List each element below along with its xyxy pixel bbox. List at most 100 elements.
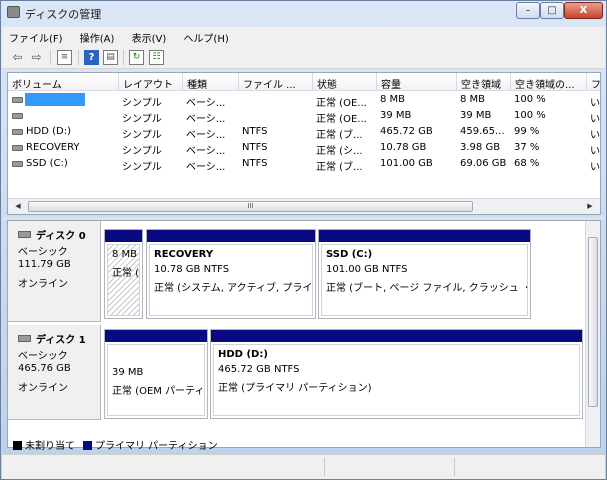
status-divider xyxy=(324,458,325,476)
vertical-scrollbar[interactable] xyxy=(585,221,600,447)
cell-status: 正常 (OE... xyxy=(316,114,367,125)
cell-capacity: 39 MB xyxy=(380,110,412,121)
cell-extra: い xyxy=(590,162,600,173)
partition-hdd-d[interactable]: HDD (D:) 465.72 GB NTFS 正常 (プライマリ パーティショ… xyxy=(210,329,583,419)
column-header-layout[interactable]: レイアウト xyxy=(119,73,183,91)
scroll-right-icon[interactable]: ▶ xyxy=(583,201,597,212)
partition-size: 101.00 GB NTFS xyxy=(326,264,408,275)
status-bar xyxy=(2,454,605,479)
cell-free-percent: 37 % xyxy=(514,142,540,153)
partition-bar xyxy=(105,330,207,342)
horizontal-scrollbar[interactable]: ◀ III ▶ xyxy=(8,198,600,214)
partition-status: 正常 (ブート, ページ ファイル, クラッシュ ・ xyxy=(326,283,528,294)
menu-bar: ファイル(F) 操作(A) 表示(V) ヘルプ(H) xyxy=(2,27,605,46)
toolbar: ⇦ ⇨ ≡ ? ▤ ↻ ☷ xyxy=(2,46,605,69)
drive-icon xyxy=(12,145,23,151)
refresh-icon[interactable]: ↻ xyxy=(129,50,144,65)
help-icon[interactable]: ? xyxy=(84,50,99,65)
rescan-icon[interactable]: ☷ xyxy=(149,50,164,65)
console-icon[interactable]: ▤ xyxy=(103,50,118,65)
primary-swatch xyxy=(83,441,92,450)
disk-icon xyxy=(18,335,31,342)
window-title: ディスクの管理 xyxy=(25,8,102,21)
legend-item-unallocated: 未割り当て xyxy=(13,437,75,452)
cell-filesystem: NTFS xyxy=(242,158,268,169)
drive-icon xyxy=(12,129,23,135)
cell-type: ベーシ... xyxy=(186,98,226,109)
volume-name-selection xyxy=(25,93,85,106)
menu-view[interactable]: 表示(V) xyxy=(125,27,174,45)
menu-help[interactable]: ヘルプ(H) xyxy=(176,27,235,45)
legend-label: 未割り当て xyxy=(25,441,75,452)
disk-0-name: ディスク 0 xyxy=(36,231,86,242)
legend-label: プライマリ パーティション xyxy=(95,441,218,452)
menu-file[interactable]: ファイル(F) xyxy=(2,27,70,45)
partition-body: SSD (C:) 101.00 GB NTFS 正常 (ブート, ページ ファイ… xyxy=(321,244,528,316)
column-header-capacity[interactable]: 容量 xyxy=(377,73,457,91)
partition-bar xyxy=(211,330,582,342)
cell-volume: SSD (C:) xyxy=(26,158,68,169)
partition-status: 正常 (システム, アクティブ, プライ xyxy=(154,283,313,294)
status-divider xyxy=(454,458,455,476)
maximize-button[interactable]: □ xyxy=(540,2,564,19)
close-button[interactable]: X xyxy=(564,2,603,19)
partition-size: 465.72 GB NTFS xyxy=(218,364,300,375)
cell-layout: シンプル xyxy=(122,162,162,173)
partition-ssd-c[interactable]: SSD (C:) 101.00 GB NTFS 正常 (ブート, ページ ファイ… xyxy=(318,229,531,319)
disk-0-info[interactable]: ディスク 0 ベーシック 111.79 GB オンライン xyxy=(8,221,101,322)
horizontal-scroll-thumb[interactable]: III xyxy=(28,201,473,212)
disk-management-app-icon xyxy=(7,6,20,18)
cell-capacity: 8 MB xyxy=(380,94,406,105)
column-header-volume[interactable]: ボリューム xyxy=(8,73,119,91)
disk-0-type: ベーシック xyxy=(18,247,68,258)
partition-body: 39 MB 正常 (OEM パーティ xyxy=(107,344,205,416)
disk-1-size: 465.76 GB xyxy=(18,363,71,374)
cell-free-percent: 68 % xyxy=(514,158,540,169)
cell-extra: い xyxy=(590,114,600,125)
scroll-left-icon[interactable]: ◀ xyxy=(11,201,25,212)
partition-oem-8mb[interactable]: 8 MB 正常 ( xyxy=(104,229,143,319)
table-row[interactable]: SSD (C:) シンプル ベーシ... NTFS 正常 (ブ... 101.0… xyxy=(8,156,600,173)
cell-status: 正常 (ブ... xyxy=(316,130,363,141)
partition-oem-39mb[interactable]: 39 MB 正常 (OEM パーティ xyxy=(104,329,208,419)
disk-1-info[interactable]: ディスク 1 ベーシック 465.76 GB オンライン xyxy=(8,325,101,420)
disk-management-window: ディスクの管理 – □ X ファイル(F) 操作(A) 表示(V) ヘルプ(H)… xyxy=(0,0,607,480)
cell-layout: シンプル xyxy=(122,98,162,109)
column-header-free-percent[interactable]: 空き領域の... xyxy=(511,73,587,91)
column-header-status[interactable]: 状態 xyxy=(313,73,377,91)
cell-free-space: 459.65... xyxy=(460,126,505,137)
cell-free-space: 69.06 GB xyxy=(460,158,507,169)
table-row[interactable]: RECOVERY シンプル ベーシ... NTFS 正常 (シ... 10.78… xyxy=(8,140,600,157)
cell-filesystem: NTFS xyxy=(242,126,268,137)
column-header-free-space[interactable]: 空き領域 xyxy=(457,73,511,91)
partition-bar xyxy=(105,230,142,242)
table-row[interactable]: HDD (D:) シンプル ベーシ... NTFS 正常 (ブ... 465.7… xyxy=(8,124,600,141)
properties-icon[interactable]: ≡ xyxy=(57,50,72,65)
partition-body: 8 MB 正常 ( xyxy=(107,244,140,316)
legend-item-primary: プライマリ パーティション xyxy=(83,437,218,452)
toolbar-separator xyxy=(123,50,124,65)
cell-free-space: 3.98 GB xyxy=(460,142,501,153)
partition-recovery[interactable]: RECOVERY 10.78 GB NTFS 正常 (システム, アクティブ, … xyxy=(146,229,316,319)
column-header-filesystem[interactable]: ファイル ... xyxy=(239,73,313,91)
disk-0-name-row: ディスク 0 xyxy=(18,227,100,243)
disk-1-status: オンライン xyxy=(18,383,68,394)
unallocated-swatch xyxy=(13,441,22,450)
table-row[interactable]: シンプル ベーシ... 正常 (OE... 8 MB 8 MB 100 % い xyxy=(8,92,600,109)
vertical-scroll-thumb[interactable] xyxy=(588,237,598,407)
menu-action[interactable]: 操作(A) xyxy=(73,27,122,45)
cell-extra: い xyxy=(590,130,600,141)
minimize-button[interactable]: – xyxy=(516,2,540,19)
column-header-type[interactable]: 種類 xyxy=(183,73,239,91)
forward-arrow-icon[interactable]: ⇨ xyxy=(29,50,44,65)
column-header-extra[interactable]: フ xyxy=(587,73,600,91)
partition-body: HDD (D:) 465.72 GB NTFS 正常 (プライマリ パーティショ… xyxy=(213,344,580,416)
drive-icon xyxy=(12,161,23,167)
legend: 未割り当て プライマリ パーティション xyxy=(7,435,601,452)
table-row[interactable]: シンプル ベーシ... 正常 (OE... 39 MB 39 MB 100 % … xyxy=(8,108,600,125)
title-bar[interactable]: ディスクの管理 – □ X xyxy=(1,1,606,25)
partition-size: 10.78 GB NTFS xyxy=(154,264,230,275)
cell-type: ベーシ... xyxy=(186,114,226,125)
cell-filesystem: NTFS xyxy=(242,142,268,153)
back-arrow-icon[interactable]: ⇦ xyxy=(10,50,25,65)
